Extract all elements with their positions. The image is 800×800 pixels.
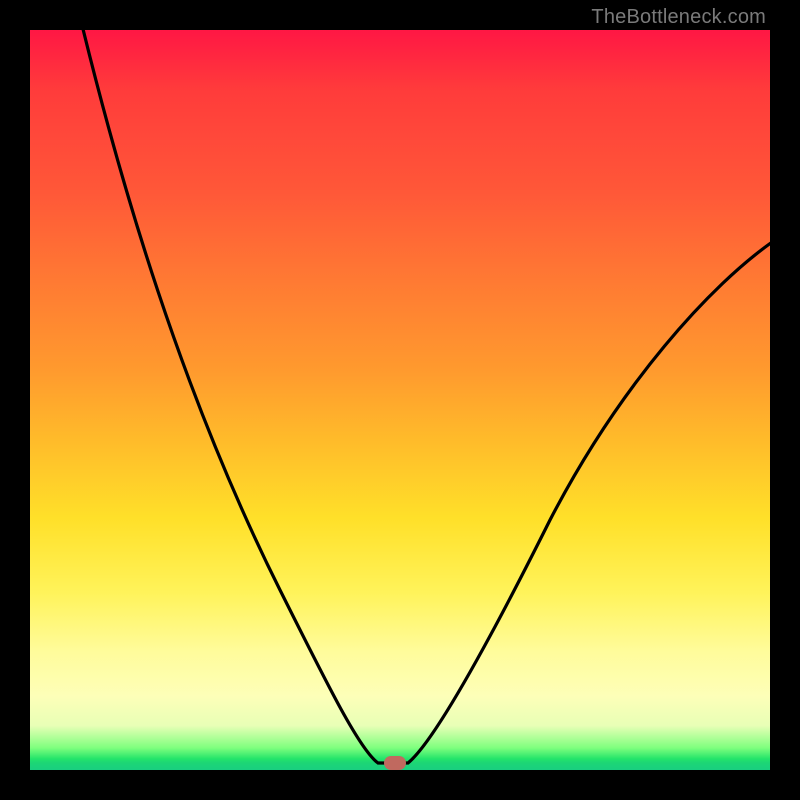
curve-path [82, 30, 770, 763]
chart-area [30, 30, 770, 770]
watermark-text: TheBottleneck.com [591, 6, 766, 29]
bottleneck-curve [30, 30, 770, 770]
optimal-marker [384, 756, 406, 770]
